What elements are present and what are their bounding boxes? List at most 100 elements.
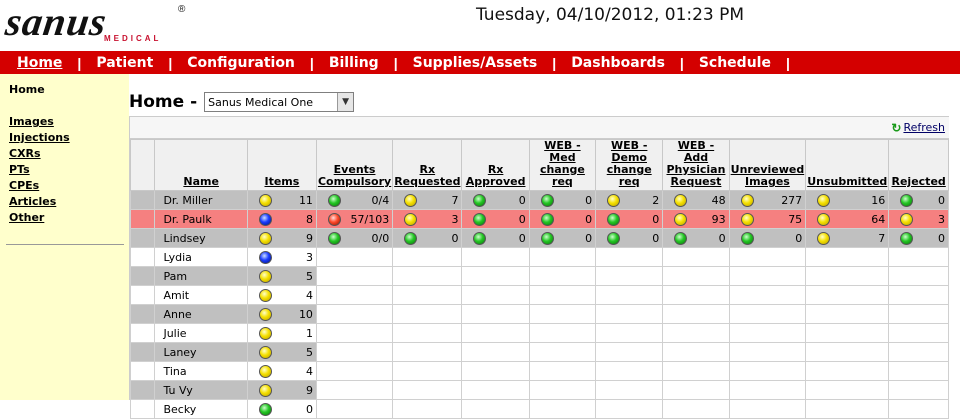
status-cell[interactable]: 0 xyxy=(461,190,530,210)
status-cell[interactable]: 4 xyxy=(246,361,317,381)
column-header-unreviewed-images[interactable]: Unreviewed Images xyxy=(728,139,807,191)
nav-billing[interactable]: Billing xyxy=(329,55,379,71)
status-cell[interactable]: 93 xyxy=(662,209,730,229)
column-header-events-compulsory[interactable]: Events Compulsory xyxy=(315,139,394,191)
column-header-rx-approved[interactable]: Rx Approved xyxy=(461,139,530,191)
provider-name[interactable]: Dr. Paulk xyxy=(154,209,248,229)
status-cell[interactable]: 4 xyxy=(246,285,317,305)
status-cell[interactable]: 0/0 xyxy=(315,228,394,248)
provider-name[interactable]: Amit xyxy=(154,285,248,305)
status-cell[interactable]: 0 xyxy=(728,228,807,248)
status-cell[interactable]: 5 xyxy=(246,342,317,362)
status-cell[interactable]: 10 xyxy=(246,304,317,324)
status-cell[interactable]: 3 xyxy=(246,247,317,267)
sanus-medical-logo[interactable]: sanus ® MEDICAL xyxy=(3,0,186,46)
table-row[interactable]: Dr. Miller 11 0/4 7 0 0 2 48 277 16 0 xyxy=(129,190,949,210)
status-cell[interactable]: 0 xyxy=(528,228,597,248)
provider-name[interactable]: Tu Vy xyxy=(154,380,248,400)
table-row[interactable]: Lydia 3 xyxy=(129,247,949,267)
sidebar-link-cxrs[interactable]: CXRs xyxy=(9,146,70,162)
nav-schedule[interactable]: Schedule xyxy=(699,55,771,71)
sidebar-link-articles[interactable]: Articles xyxy=(9,194,70,210)
nav-configuration[interactable]: Configuration xyxy=(187,55,295,71)
status-cell[interactable]: 5 xyxy=(246,266,317,286)
status-cell[interactable]: 0/4 xyxy=(315,190,394,210)
status-cell[interactable]: 0 xyxy=(528,190,597,210)
chevron-down-icon[interactable]: ▼ xyxy=(337,93,354,111)
empty-cell xyxy=(461,399,530,419)
provider-name[interactable]: Laney xyxy=(154,342,248,362)
table-row[interactable]: Tina 4 xyxy=(129,361,949,381)
nav-dashboards[interactable]: Dashboards xyxy=(571,55,665,71)
empty-cell xyxy=(728,361,807,381)
table-row[interactable]: Lindsey 9 0/0 0 0 0 0 0 0 7 0 xyxy=(129,228,949,248)
provider-name[interactable]: Lindsey xyxy=(154,228,248,248)
provider-name[interactable]: Anne xyxy=(154,304,248,324)
provider-name[interactable]: Tina xyxy=(154,361,248,381)
column-header-web-med-change-req[interactable]: WEB - Med change req xyxy=(528,139,597,191)
status-cell[interactable]: 0 xyxy=(662,228,730,248)
nav-home[interactable]: Home xyxy=(17,55,62,71)
table-row[interactable]: Pam 5 xyxy=(129,266,949,286)
status-cell[interactable]: 0 xyxy=(528,209,597,229)
column-header-items[interactable]: Items xyxy=(246,139,317,191)
table-row[interactable]: Julie 1 xyxy=(129,323,949,343)
column-header-rx-requested[interactable]: Rx Requested xyxy=(392,139,463,191)
status-cell[interactable]: 3 xyxy=(888,209,949,229)
status-cell[interactable]: 0 xyxy=(461,209,530,229)
status-cell[interactable]: 0 xyxy=(595,209,664,229)
table-row[interactable]: Anne 10 xyxy=(129,304,949,324)
status-cell[interactable]: 1 xyxy=(246,323,317,343)
status-cell[interactable]: 277 xyxy=(728,190,807,210)
nav-supplies-assets[interactable]: Supplies/Assets xyxy=(413,55,538,71)
sidebar-link-pts[interactable]: PTs xyxy=(9,162,70,178)
provider-name[interactable]: Julie xyxy=(154,323,248,343)
status-cell[interactable]: 9 xyxy=(246,380,317,400)
sidebar-link-other[interactable]: Other xyxy=(9,210,70,226)
refresh-link[interactable]: Refresh xyxy=(903,121,945,134)
column-header-name[interactable]: Name xyxy=(154,139,248,191)
column-header-web-demo-change-req[interactable]: WEB - Demo change req xyxy=(595,139,664,191)
facility-select[interactable]: Sanus Medical One ▼ xyxy=(204,92,355,112)
status-cell[interactable]: 11 xyxy=(246,190,317,210)
provider-name[interactable]: Becky xyxy=(154,399,248,419)
status-cell[interactable]: 2 xyxy=(595,190,664,210)
sidebar-link-injections[interactable]: Injections xyxy=(9,130,70,146)
column-header-web-add-physician-request[interactable]: WEB - Add Physician Request xyxy=(662,139,730,191)
column-header-rejected[interactable]: Rejected xyxy=(888,139,949,191)
status-cell[interactable]: 7 xyxy=(805,228,890,248)
status-cell[interactable]: 0 xyxy=(246,399,317,419)
nav-patient[interactable]: Patient xyxy=(96,55,153,71)
sidebar-link-images[interactable]: Images xyxy=(9,114,70,130)
status-cell[interactable]: 64 xyxy=(805,209,890,229)
empty-cell xyxy=(805,247,890,267)
table-row[interactable]: Amit 4 xyxy=(129,285,949,305)
status-cell[interactable]: 75 xyxy=(728,209,807,229)
status-cell[interactable]: 0 xyxy=(888,190,949,210)
status-cell[interactable]: 9 xyxy=(246,228,317,248)
status-cell[interactable]: 0 xyxy=(888,228,949,248)
refresh-icon[interactable]: ↻ xyxy=(891,121,901,135)
yellow-status-dot-icon xyxy=(817,231,831,245)
status-count: 0 xyxy=(795,231,803,245)
table-row[interactable]: Becky 0 xyxy=(129,399,949,419)
status-cell[interactable]: 57/103 xyxy=(315,209,394,229)
sidebar-link-cpes[interactable]: CPEs xyxy=(9,178,70,194)
status-cell[interactable]: 3 xyxy=(392,209,463,229)
table-row[interactable]: Dr. Paulk 8 57/103 3 0 0 0 93 75 64 3 xyxy=(129,209,949,229)
status-cell[interactable]: 0 xyxy=(392,228,463,248)
provider-name[interactable]: Pam xyxy=(154,266,248,286)
column-header-unsubmitted[interactable]: Unsubmitted xyxy=(805,139,890,191)
status-cell[interactable]: 0 xyxy=(461,228,530,248)
status-cell[interactable]: 8 xyxy=(246,209,317,229)
status-cell-content: 0 xyxy=(599,231,659,245)
table-row[interactable]: Tu Vy 9 xyxy=(129,380,949,400)
status-cell[interactable]: 48 xyxy=(662,190,730,210)
status-cell-content: 64 xyxy=(809,212,885,226)
status-cell[interactable]: 16 xyxy=(805,190,890,210)
status-cell[interactable]: 7 xyxy=(392,190,463,210)
provider-name[interactable]: Lydia xyxy=(154,247,248,267)
provider-name[interactable]: Dr. Miller xyxy=(154,190,248,210)
table-row[interactable]: Laney 5 xyxy=(129,342,949,362)
status-cell[interactable]: 0 xyxy=(595,228,664,248)
